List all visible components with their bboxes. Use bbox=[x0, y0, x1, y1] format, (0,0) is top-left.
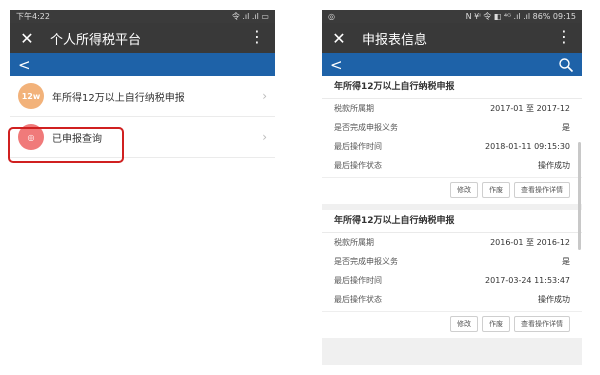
highlight-box bbox=[8, 127, 124, 163]
title-bar: ✕ 个人所得税平台 ⋮ bbox=[10, 23, 275, 53]
view-details-button[interactable]: 查看操作详情 bbox=[514, 316, 570, 332]
void-button[interactable]: 作废 bbox=[482, 316, 510, 332]
row-value: 是 bbox=[562, 123, 570, 132]
row-label: 税款所属期 bbox=[334, 104, 374, 113]
row-label: 最后操作状态 bbox=[334, 161, 382, 170]
back-icon[interactable]: < bbox=[18, 56, 31, 74]
close-icon[interactable]: ✕ bbox=[18, 29, 36, 48]
status-time: 下午4:22 bbox=[16, 12, 50, 21]
status-icons: 令 .ıl .ıl ▭ bbox=[231, 12, 269, 21]
status-left-icon: ◎ bbox=[328, 12, 335, 21]
right-phone-screen: ◎ N ¥ᴵ 令 ◧ ⁴ᴳ .ıl .ıl 86% 09:15 ✕ 申报表信息 … bbox=[322, 10, 582, 365]
declaration-record-card: 年所得12万以上自行纳税申报 税款所属期 2017-01 至 2017-12 是… bbox=[322, 76, 582, 204]
status-bar: ◎ N ¥ᴵ 令 ◧ ⁴ᴳ .ıl .ıl 86% 09:15 bbox=[322, 10, 582, 23]
status-icons: N ¥ᴵ 令 ◧ ⁴ᴳ .ıl .ıl 86% 09:15 bbox=[465, 12, 576, 21]
more-menu-icon[interactable]: ⋮ bbox=[556, 28, 572, 46]
void-button[interactable]: 作废 bbox=[482, 182, 510, 198]
record-row-obligation: 是否完成申报义务 是 bbox=[322, 118, 582, 137]
row-value: 2017-03-24 11:53:47 bbox=[485, 276, 570, 285]
row-value: 2017-01 至 2017-12 bbox=[490, 104, 570, 113]
row-value: 2016-01 至 2016-12 bbox=[490, 238, 570, 247]
view-details-button[interactable]: 查看操作详情 bbox=[514, 182, 570, 198]
list-item-label: 年所得12万以上自行纳税申报 bbox=[52, 92, 185, 104]
status-bar: 下午4:22 令 .ıl .ıl ▭ bbox=[10, 10, 275, 23]
record-row-last-time: 最后操作时间 2017-03-24 11:53:47 bbox=[322, 271, 582, 290]
page-title: 申报表信息 bbox=[362, 32, 428, 48]
record-actions: 修改 作废 查看操作详情 bbox=[322, 311, 582, 338]
row-label: 是否完成申报义务 bbox=[334, 257, 398, 266]
modify-button[interactable]: 修改 bbox=[450, 182, 478, 198]
back-icon[interactable]: < bbox=[330, 56, 343, 74]
record-row-last-status: 最后操作状态 操作成功 bbox=[322, 290, 582, 309]
row-value: 操作成功 bbox=[538, 161, 570, 170]
chevron-right-icon: › bbox=[262, 130, 267, 144]
nav-bar: < bbox=[322, 53, 582, 76]
row-value: 2018-01-11 09:15:30 bbox=[485, 142, 570, 151]
record-title: 年所得12万以上自行纳税申报 bbox=[322, 76, 582, 99]
scrollbar[interactable] bbox=[578, 142, 581, 250]
title-bar: ✕ 申报表信息 ⋮ bbox=[322, 23, 582, 53]
nav-bar: < bbox=[10, 53, 275, 76]
income-12w-icon: 12w bbox=[18, 83, 44, 109]
search-icon[interactable] bbox=[558, 57, 574, 73]
modify-button[interactable]: 修改 bbox=[450, 316, 478, 332]
row-label: 最后操作时间 bbox=[334, 276, 382, 285]
record-title: 年所得12万以上自行纳税申报 bbox=[322, 210, 582, 233]
declaration-record-card: 年所得12万以上自行纳税申报 税款所属期 2016-01 至 2016-12 是… bbox=[322, 210, 582, 338]
record-row-period: 税款所属期 2016-01 至 2016-12 bbox=[322, 233, 582, 252]
record-row-period: 税款所属期 2017-01 至 2017-12 bbox=[322, 99, 582, 118]
row-label: 是否完成申报义务 bbox=[334, 123, 398, 132]
list-item-self-declare[interactable]: 12w 年所得12万以上自行纳税申报 › bbox=[10, 76, 275, 117]
page-title: 个人所得税平台 bbox=[50, 32, 142, 48]
row-label: 最后操作状态 bbox=[334, 295, 382, 304]
record-row-obligation: 是否完成申报义务 是 bbox=[322, 252, 582, 271]
more-menu-icon[interactable]: ⋮ bbox=[249, 28, 265, 46]
row-value: 是 bbox=[562, 257, 570, 266]
record-actions: 修改 作废 查看操作详情 bbox=[322, 177, 582, 204]
record-row-last-time: 最后操作时间 2018-01-11 09:15:30 bbox=[322, 137, 582, 156]
close-icon[interactable]: ✕ bbox=[330, 29, 348, 48]
record-row-last-status: 最后操作状态 操作成功 bbox=[322, 156, 582, 175]
row-label: 税款所属期 bbox=[334, 238, 374, 247]
chevron-right-icon: › bbox=[262, 89, 267, 103]
row-label: 最后操作时间 bbox=[334, 142, 382, 151]
row-value: 操作成功 bbox=[538, 295, 570, 304]
